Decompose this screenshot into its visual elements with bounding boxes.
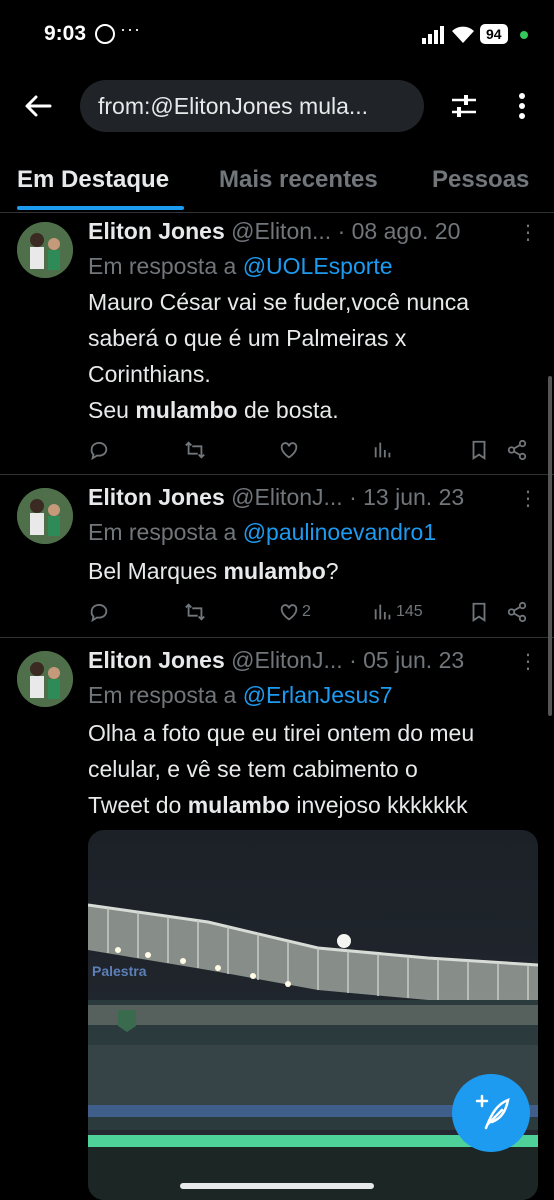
tab-pessoas[interactable]: Pessoas [432, 166, 529, 194]
compose-feather-icon [475, 1094, 510, 1130]
reply-context: Em resposta a @paulinoevandro1 [88, 519, 436, 546]
author-name[interactable]: Eliton Jones [88, 647, 225, 673]
like-button[interactable] [278, 436, 300, 464]
views-chart-icon [374, 442, 391, 458]
moon [337, 934, 351, 948]
retweet-icon [185, 441, 205, 459]
tweet-text: Olha a foto que eu tirei ontem do meu ce… [88, 715, 538, 823]
author-handle[interactable]: @ElitonJ... [231, 647, 343, 673]
bookmark-button[interactable] [468, 598, 490, 626]
tweet-menu-icon[interactable]: ⋮ [518, 486, 538, 511]
views-button[interactable]: 145 [372, 598, 423, 626]
views-button[interactable] [372, 436, 394, 464]
heart-icon [280, 442, 298, 459]
filter-sliders-icon[interactable] [448, 90, 480, 122]
reply-context: Em resposta a @ErlanJesus7 [88, 682, 393, 709]
tweet-text-line: saberá o que é um Palmeiras x [88, 325, 407, 351]
avatar[interactable] [17, 488, 73, 544]
bookmark-icon [472, 440, 486, 460]
reply-context: Em resposta a @UOLEsporte [88, 253, 393, 280]
bookmark-button[interactable] [468, 436, 490, 464]
notification-dots: ··· [120, 19, 141, 39]
reply-prefix: Em resposta a [88, 519, 237, 545]
highlighted-term: mulambo [135, 397, 238, 423]
tab-em-destaque[interactable]: Em Destaque [17, 166, 169, 194]
retweet-icon [185, 603, 205, 621]
bookmark-icon [472, 602, 486, 622]
views-chart-icon [374, 604, 391, 620]
tweet-date: · 13 jun. 23 [349, 484, 465, 510]
author-handle[interactable]: @Eliton... [231, 218, 331, 244]
reply-button[interactable] [88, 436, 110, 464]
tweet-menu-icon[interactable]: ⋮ [518, 220, 538, 245]
privacy-dot-icon [520, 31, 528, 39]
tweet-text-line: celular, e vê se tem cabimento o [88, 756, 418, 782]
avatar[interactable] [17, 222, 73, 278]
reply-prefix: Em resposta a [88, 253, 237, 279]
reply-icon [90, 603, 108, 623]
tweet-header: Eliton Jones @ElitonJ... · 05 jun. 23 [88, 647, 464, 674]
search-input[interactable]: from:@ElitonJones mula... [80, 80, 424, 132]
share-icon [507, 439, 527, 461]
like-button[interactable]: 2 [278, 598, 311, 626]
tweet-actions [88, 436, 538, 464]
reply-prefix: Em resposta a [88, 682, 237, 708]
tweet-text-line: Tweet do mulambo invejoso kkkkkkk [88, 792, 468, 818]
status-bar: 9:03 ··· 94 [0, 0, 554, 70]
avatar[interactable] [17, 651, 73, 707]
tweet[interactable]: Eliton Jones @Eliton... · 08 ago. 20 ⋮ E… [0, 212, 554, 475]
tweet-text-line: Olha a foto que eu tirei ontem do meu [88, 720, 475, 746]
search-tabs: Em Destaque Mais recentes Pessoas [0, 150, 554, 213]
reply-button[interactable] [88, 598, 110, 626]
status-time: 9:03 [44, 22, 87, 45]
tweet-header: Eliton Jones @ElitonJ... · 13 jun. 23 [88, 484, 464, 511]
search-header: from:@ElitonJones mula... [0, 78, 554, 134]
author-name[interactable]: Eliton Jones [88, 484, 225, 510]
tweet-text-line: Corinthians. [88, 361, 211, 387]
share-icon [507, 601, 527, 623]
tweet-text: Bel Marques mulambo? [88, 558, 339, 584]
reply-icon [90, 441, 108, 461]
share-button[interactable] [506, 598, 528, 626]
stadium-sign: Palestra [92, 963, 147, 979]
tweet-header: Eliton Jones @Eliton... · 08 ago. 20 [88, 218, 460, 245]
signal-icon [422, 26, 444, 44]
whatsapp-icon [95, 24, 115, 44]
tweet-menu-icon[interactable]: ⋮ [518, 649, 538, 674]
tweet-actions: 2 145 [88, 598, 538, 626]
reply-mention-link[interactable]: @UOLEsporte [243, 253, 393, 279]
views-count: 145 [396, 603, 423, 620]
author-name[interactable]: Eliton Jones [88, 218, 225, 244]
author-handle[interactable]: @ElitonJ... [231, 484, 343, 510]
retweet-button[interactable] [184, 598, 206, 626]
home-indicator[interactable] [180, 1183, 374, 1189]
tweet-date: · 08 ago. 20 [337, 218, 461, 244]
highlighted-term: mulambo [187, 792, 290, 818]
highlighted-term: mulambo [223, 558, 326, 584]
scrollbar[interactable] [548, 376, 552, 716]
back-arrow-icon[interactable] [22, 90, 54, 122]
more-options-icon[interactable] [508, 90, 536, 122]
reply-mention-link[interactable]: @paulinoevandro1 [243, 519, 436, 545]
battery-indicator: 94 [480, 24, 508, 44]
tweet-text: Mauro César vai se fuder,você nunca sabe… [88, 284, 538, 428]
reply-mention-link[interactable]: @ErlanJesus7 [243, 682, 393, 708]
wifi-icon [452, 26, 474, 43]
retweet-button[interactable] [184, 436, 206, 464]
heart-icon [280, 604, 298, 621]
active-tab-indicator [17, 206, 184, 210]
tweet[interactable]: Eliton Jones @ElitonJ... · 13 jun. 23 ⋮ … [0, 474, 554, 638]
compose-tweet-button[interactable] [452, 1074, 530, 1152]
tab-mais-recentes[interactable]: Mais recentes [219, 166, 378, 194]
like-count: 2 [302, 603, 311, 620]
share-button[interactable] [506, 436, 528, 464]
tweet-text-line: Mauro César vai se fuder,você nunca [88, 289, 469, 315]
tweet-date: · 05 jun. 23 [349, 647, 465, 673]
tweet-text-line: Seu mulambo de bosta. [88, 397, 339, 423]
